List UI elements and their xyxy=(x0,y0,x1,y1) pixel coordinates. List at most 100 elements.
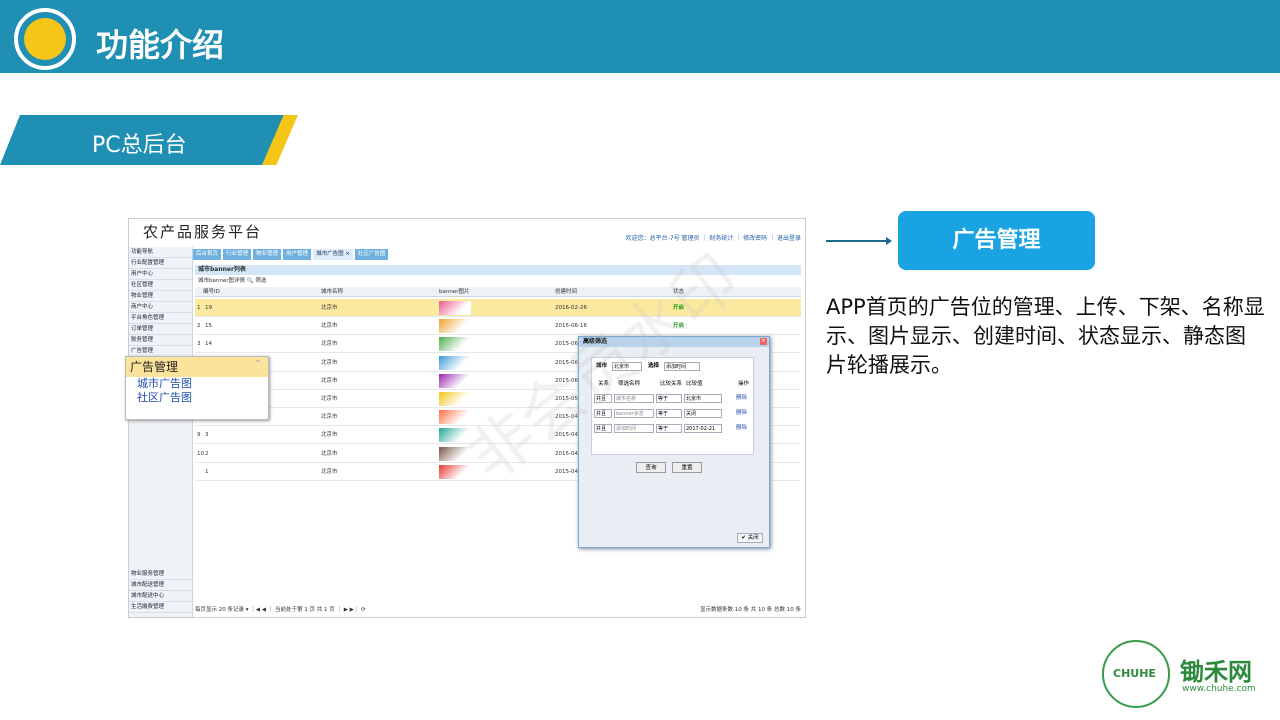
relation-select[interactable]: 并且 xyxy=(594,424,612,433)
banner-thumbnail xyxy=(439,355,471,370)
row-city: 北京市 xyxy=(321,377,338,384)
row-index: 3 xyxy=(197,341,201,348)
column-header: 创建时间 xyxy=(555,289,578,295)
row-index: 1 xyxy=(197,305,201,311)
arrow-right-icon xyxy=(826,237,892,245)
reset-button[interactable]: 重置 xyxy=(672,462,702,473)
row-city: 北京市 xyxy=(321,450,338,457)
delete-link[interactable]: 删除 xyxy=(736,424,747,433)
row-index: 2 xyxy=(197,323,201,330)
row-city: 北京市 xyxy=(321,341,338,348)
tab[interactable]: 物业管理 xyxy=(253,249,282,260)
pager[interactable]: 每页显示 20 条记录 ▾ ｜◀ ◀ ｜ 当前处于第 1 页 共 1 页 ｜ ▶… xyxy=(195,605,801,615)
tab[interactable]: 行业管理 xyxy=(223,249,252,260)
ad-management-dropdown[interactable]: 广告管理 ⌃ 城市广告图 社区广告图 xyxy=(125,356,269,420)
tab-bar: 后台首页 行业管理 物业管理 用户管理 城市广告图 × 社区广告图 xyxy=(193,249,805,261)
sidebar-item[interactable]: 功能导航 xyxy=(129,247,192,258)
brand-url: www.chuhe.com xyxy=(1182,684,1256,694)
banner-thumbnail xyxy=(439,301,471,315)
sidebar-item[interactable]: 物业服务管理 xyxy=(129,569,193,580)
row-status: 开启 xyxy=(673,305,685,311)
row-date: 2015-06-16 xyxy=(555,323,587,330)
compare-value-input[interactable]: 关闭 xyxy=(684,409,722,418)
table-row[interactable]: 2 15 北京市 2015-06-16 开启 xyxy=(195,317,801,336)
field-select[interactable]: 添加时间 xyxy=(664,362,700,371)
column-header: 编号ID xyxy=(203,289,220,295)
banner-thumbnail xyxy=(439,446,471,461)
site-name: 农产品服务平台 xyxy=(143,223,263,241)
compare-value-input[interactable]: 2017-02-21 xyxy=(684,424,722,433)
row-id: 1 xyxy=(205,468,209,475)
tab[interactable]: 后台首页 xyxy=(193,249,222,260)
relation-select[interactable]: 并且 xyxy=(594,394,612,403)
city-select[interactable]: 北京市 xyxy=(612,362,642,371)
banner-thumbnail xyxy=(439,428,471,443)
table-header: 编号ID 城市名称 banner图片 创建时间 状态 xyxy=(195,287,801,297)
query-button[interactable]: 查询 xyxy=(636,462,666,473)
compare-select[interactable]: 等于 xyxy=(656,424,682,433)
dialog-column-header: 筛选名称 xyxy=(618,381,641,387)
compare-select[interactable]: 等于 xyxy=(656,409,682,418)
dialog-title: 高级筛选 xyxy=(579,337,769,347)
sidebar-item[interactable]: 行业配置管理 xyxy=(129,258,192,269)
dropdown-title[interactable]: 广告管理 xyxy=(126,357,268,377)
sidebar-item[interactable]: 城市配送管理 xyxy=(129,580,193,591)
top-links[interactable]: 欢迎您：总平台-7号 管理员 ｜ 财务统计 ｜ 修改密码 ｜ 退出登录 xyxy=(626,233,801,242)
filter-name-input[interactable]: 城市名称 xyxy=(614,394,654,403)
row-city: 北京市 xyxy=(321,468,338,475)
sidebar-item[interactable]: 订单管理 xyxy=(129,324,192,335)
sidebar-item[interactable]: 物业管理 xyxy=(129,291,192,302)
row-date: 2016-02-26 xyxy=(555,305,587,311)
sidebar-item[interactable]: 商户中心 xyxy=(129,302,192,313)
relation-select[interactable]: 并且 xyxy=(594,409,612,418)
delete-link[interactable]: 删除 xyxy=(736,409,747,418)
compare-select[interactable]: 等于 xyxy=(656,394,682,403)
filter-name-input[interactable]: banner状态 xyxy=(614,409,654,418)
tab[interactable]: 用户管理 xyxy=(283,249,312,260)
delete-link[interactable]: 删除 xyxy=(736,394,747,403)
sidebar-item[interactable]: 用户中心 xyxy=(129,269,192,280)
toolbar[interactable]: 城市banner图详情 🔍 筛选 xyxy=(195,276,801,286)
brand-name: 锄禾网 xyxy=(1180,658,1252,686)
dialog-column-header: 操作 xyxy=(738,381,750,387)
tab[interactable]: 社区广告图 xyxy=(354,249,389,260)
chevron-up-icon[interactable]: ⌃ xyxy=(254,359,262,370)
sidebar-bottom: 物业服务管理 城市配送管理 城市配送中心 生活缴费管理 xyxy=(129,569,193,613)
compare-value-input[interactable]: 北京市 xyxy=(684,394,722,403)
panel-title: 城市banner列表 xyxy=(195,265,801,275)
ad-management-button[interactable]: 广告管理 xyxy=(898,211,1095,270)
sidebar-item[interactable]: 城市配送中心 xyxy=(129,591,193,602)
row-id: 3 xyxy=(205,432,209,439)
table-row[interactable]: 1 19 北京市 2016-02-26 开启 xyxy=(195,299,801,317)
banner-thumbnail xyxy=(439,373,471,388)
header-banner: 功能介绍 xyxy=(0,0,1280,73)
sidebar-item[interactable]: 平台角色管理 xyxy=(129,313,192,324)
tab[interactable]: 城市广告图 × xyxy=(313,249,353,260)
select-label: 选择 xyxy=(648,363,660,369)
banner-thumbnail xyxy=(439,337,471,352)
row-id: 14 xyxy=(205,341,212,348)
sidebar-item[interactable]: 生活缴费管理 xyxy=(129,602,193,613)
filter-dialog: 高级筛选 × 城市 北京市 选择 添加时间 关系 筛选名称 比较关系 比较值 操作 并且… xyxy=(578,336,770,548)
menu-item-community-ad[interactable]: 社区广告图 xyxy=(126,391,268,405)
dialog-column-header: 比较关系 xyxy=(660,381,683,387)
sidebar: 功能导航 行业配置管理 用户中心 社区管理 物业管理 商户中心 平台角色管理 订单管理 账务管理… xyxy=(129,247,193,617)
sidebar-item[interactable]: 账务管理 xyxy=(129,335,192,346)
sun-icon xyxy=(14,8,76,70)
dialog-column-header: 比较值 xyxy=(686,381,703,387)
pager-left[interactable]: 每页显示 20 条记录 ▾ ｜◀ ◀ ｜ 当前处于第 1 页 共 1 页 ｜ ▶… xyxy=(195,607,366,613)
sidebar-item[interactable]: 社区管理 xyxy=(129,280,192,291)
filter-name-input[interactable]: 添加时间 xyxy=(614,424,654,433)
page-title: 功能介绍 xyxy=(96,26,225,64)
column-header: 状态 xyxy=(673,289,685,295)
city-label: 城市 xyxy=(596,363,608,369)
close-icon[interactable]: × xyxy=(760,338,767,345)
pager-right: 显示数据条数 10 条 共 10 条 总数 10 条 xyxy=(700,607,801,613)
logo-badge: CHUHE xyxy=(1113,667,1156,680)
row-id: 19 xyxy=(205,305,212,311)
menu-item-city-ad[interactable]: 城市广告图 xyxy=(126,377,268,391)
description-text: APP首页的广告位的管理、上传、下架、名称显示、图片显示、创建时间、状态显示、静… xyxy=(826,295,1265,377)
close-button[interactable]: ✔ 关闭 xyxy=(737,533,763,543)
row-city: 北京市 xyxy=(321,323,338,330)
column-header: banner图片 xyxy=(439,289,470,295)
